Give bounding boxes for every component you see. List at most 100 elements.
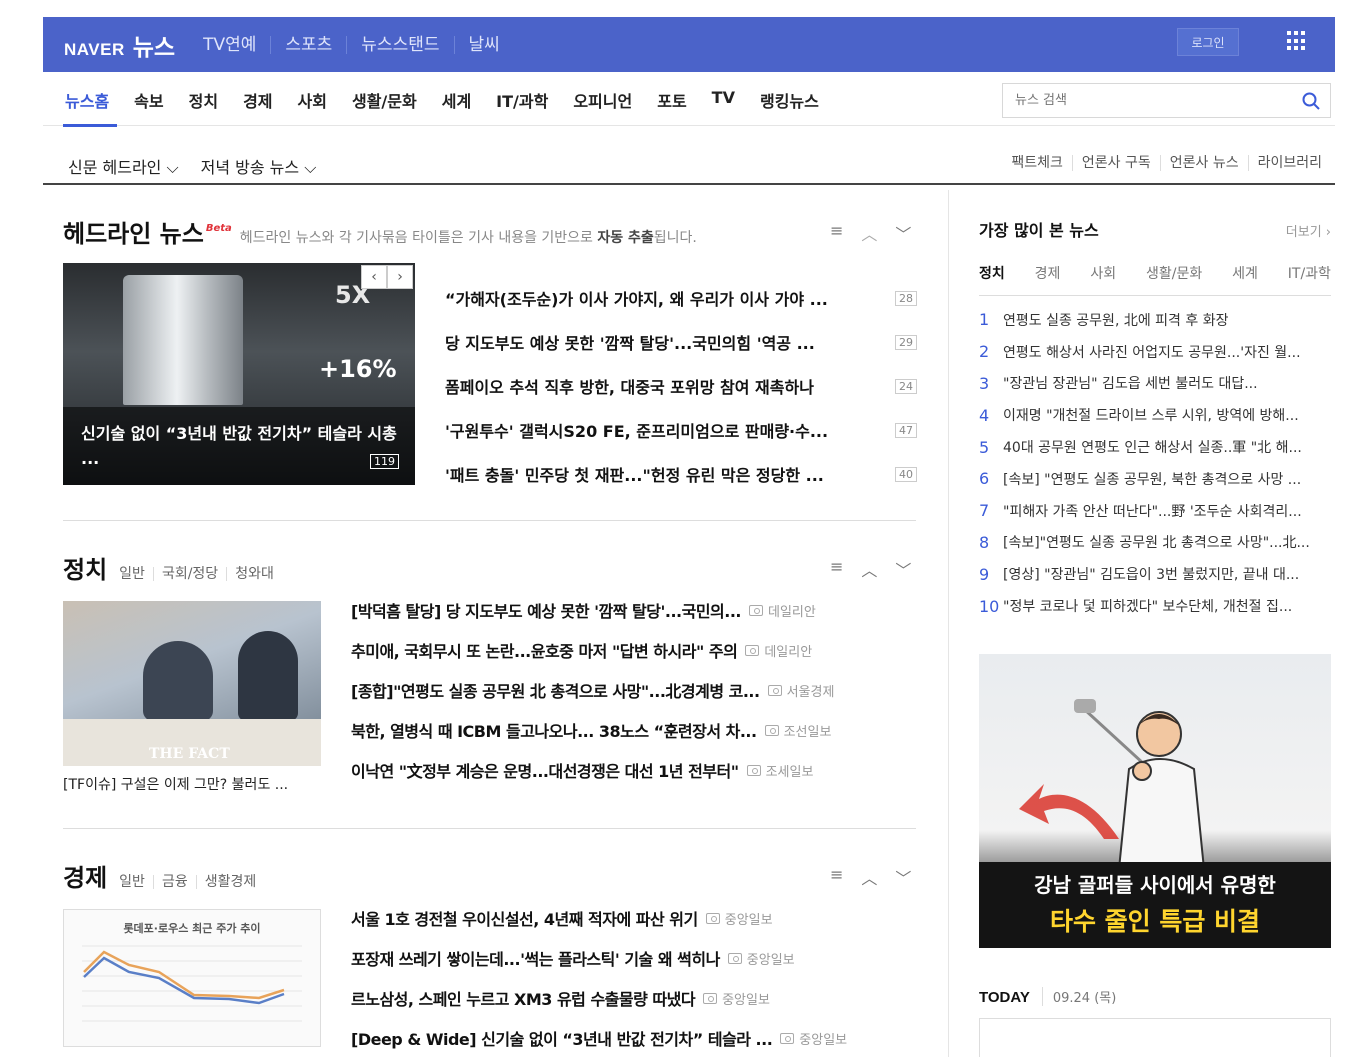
press-name[interactable]: 조세일보: [766, 761, 814, 780]
ranked-title[interactable]: "장관님 장관님" 김도읍 세번 불러도 대답...: [1003, 373, 1258, 393]
cat-life-economy[interactable]: 생활경제: [195, 875, 265, 889]
nav-life[interactable]: 생활/문화: [352, 88, 417, 112]
nav-society[interactable]: 사회: [298, 88, 327, 112]
cat-general[interactable]: 일반: [119, 875, 153, 889]
more-link[interactable]: 더보기 ›: [1286, 221, 1331, 240]
logo-news[interactable]: 뉴스: [133, 28, 175, 62]
headline-item[interactable]: “가해자(조두순)가 이사 가야지, 왜 우리가 이사 가야 ... 28: [445, 276, 917, 320]
expand-down-icon[interactable]: ﹀: [895, 221, 911, 245]
login-button[interactable]: 로그인: [1177, 28, 1239, 56]
cat-assembly[interactable]: 국회/정당: [152, 567, 226, 581]
newspaper-headline-dropdown[interactable]: 신문 헤드라인 ⌵: [68, 154, 179, 178]
collapse-up-icon[interactable]: ︿: [861, 221, 877, 245]
press-name[interactable]: 데일리안: [768, 601, 816, 620]
list-item[interactable]: [종합]"연평도 실종 공무원 北 총격으로 사망"...北경계병 코... 서울…: [351, 670, 911, 710]
ranked-title[interactable]: "정부 코로나 덫 피하겠다" 보수단체, 개천절 집...: [1003, 596, 1292, 616]
list-view-icon[interactable]: ≡: [830, 865, 843, 889]
search-icon[interactable]: [1302, 92, 1320, 110]
link-press-subscribe[interactable]: 언론사 구독: [1071, 155, 1160, 171]
ranked-item[interactable]: 7 "피해자 가족 안산 떠난다"...野 '조두순 사회격리...: [979, 495, 1331, 527]
ranked-title[interactable]: 이재명 "개천절 드라이브 스루 시위, 방역에 방해...: [1003, 405, 1299, 425]
politics-photo[interactable]: THE FACT: [63, 601, 321, 766]
ranked-title[interactable]: [속보]"연평도 실종 공무원 北 총격으로 사망"...北...: [1003, 532, 1310, 552]
ranked-title[interactable]: [영상] "장관님" 김도읍이 3번 불렀지만, 끝내 대...: [1003, 564, 1299, 584]
ranked-item[interactable]: 2 연평도 해상서 사라진 어업지도 공무원...'자진 월...: [979, 336, 1331, 368]
evening-broadcast-dropdown[interactable]: 저녁 방송 뉴스 ⌵: [201, 154, 317, 178]
link-factcheck[interactable]: 팩트체크: [1002, 155, 1072, 171]
list-item[interactable]: 포장재 쓰레기 쌓이는데...'썩는 플라스틱' 기술 왜 썩히나 중앙일보: [351, 938, 911, 978]
nav-photo[interactable]: 포토: [657, 88, 686, 112]
headline-item[interactable]: 폼페이오 추석 직후 방한, 대중국 포위망 참여 재촉하나 24: [445, 364, 917, 408]
ranked-item[interactable]: 1 연평도 실종 공무원, 北에 피격 후 화장: [979, 304, 1331, 336]
list-item[interactable]: 북한, 열병식 때 ICBM 들고나오나... 38노스 “훈련장서 차... 조…: [351, 710, 911, 750]
nav-economy[interactable]: 경제: [243, 88, 272, 112]
tab-world[interactable]: 세계: [1232, 263, 1258, 283]
logo-naver[interactable]: NAVER: [64, 40, 125, 60]
press-name[interactable]: 조선일보: [784, 721, 832, 740]
press-name[interactable]: 중앙일보: [747, 949, 795, 968]
press-name[interactable]: 중앙일보: [799, 1029, 847, 1048]
nav-tv[interactable]: TV: [712, 88, 735, 112]
expand-down-icon[interactable]: ﹀: [895, 557, 911, 581]
naver-news-logo[interactable]: NAVER 뉴스: [64, 28, 175, 62]
press-name[interactable]: 중앙일보: [725, 909, 773, 928]
nav-ranking[interactable]: 랭킹뉴스: [760, 88, 819, 112]
ranked-title[interactable]: 40대 공무원 연평도 인근 해상서 실종..軍 "北 해...: [1003, 437, 1302, 457]
nav-it[interactable]: IT/과학: [496, 88, 548, 112]
section-title[interactable]: 정치: [63, 550, 107, 585]
nav-breaking[interactable]: 속보: [134, 88, 163, 112]
list-view-icon[interactable]: ≡: [830, 221, 843, 245]
headline-image-card[interactable]: 5X +16% ‹ › 신기술 없이 “3년내 반값 전기차” 테슬라 시총 .…: [63, 263, 415, 485]
ranked-title[interactable]: "피해자 가족 안산 떠난다"...野 '조두순 사회격리...: [1003, 501, 1302, 521]
nav-home[interactable]: 뉴스홈: [65, 88, 109, 112]
collapse-up-icon[interactable]: ︿: [861, 865, 877, 889]
list-item[interactable]: [Deep & Wide] 신기술 없이 “3년내 반값 전기차” 테슬라 ..…: [351, 1018, 911, 1058]
golf-advertisement[interactable]: 강남 골퍼들 사이에서 유명한 타수 줄인 특급 비결: [979, 654, 1331, 948]
ranked-title[interactable]: 연평도 실종 공무원, 北에 피격 후 화장: [1003, 310, 1228, 330]
expand-down-icon[interactable]: ﹀: [895, 865, 911, 889]
list-view-icon[interactable]: ≡: [830, 557, 843, 581]
press-name[interactable]: 중앙일보: [722, 989, 770, 1008]
link-library[interactable]: 라이브러리: [1247, 155, 1331, 171]
ranked-item[interactable]: 6 [속보] "연평도 실종 공무원, 북한 총격으로 사망 ...: [979, 463, 1331, 495]
headline-item[interactable]: '구원투수' 갤럭시S20 FE, 준프리미엄으로 판매량·수... 47: [445, 408, 917, 452]
topnav-newsstand[interactable]: 뉴스스탠드: [346, 35, 453, 54]
ranked-item[interactable]: 10 "정부 코로나 덫 피하겠다" 보수단체, 개천절 집...: [979, 590, 1331, 622]
tab-society[interactable]: 사회: [1090, 263, 1116, 283]
list-item[interactable]: 서울 1호 경전철 우이신설선, 4년째 적자에 파산 위기 중앙일보: [351, 898, 911, 938]
tab-politics[interactable]: 정치: [979, 263, 1005, 283]
ranked-item[interactable]: 4 이재명 "개천절 드라이브 스루 시위, 방역에 방해...: [979, 399, 1331, 431]
cat-general[interactable]: 일반: [119, 567, 153, 581]
tab-life[interactable]: 생활/문화: [1146, 263, 1202, 283]
list-item[interactable]: 르노삼성, 스페인 누르고 XM3 유럽 수출물량 따냈다 중앙일보: [351, 978, 911, 1018]
nav-opinion[interactable]: 오피니언: [573, 88, 632, 112]
ranked-title[interactable]: 연평도 해상서 사라진 어업지도 공무원...'자진 월...: [1003, 342, 1301, 362]
photo-caption[interactable]: [TF이슈] 구설은 이제 그만? 불러도 ...: [63, 774, 288, 794]
topnav-sports[interactable]: 스포츠: [270, 35, 346, 54]
search-input[interactable]: [1003, 84, 1283, 117]
list-item[interactable]: 이낙연 "文정부 계승은 운명...대선경쟁은 대선 1년 전부터" 조세일보: [351, 750, 911, 790]
headline-item[interactable]: '패트 충돌' 민주당 첫 재판..."헌정 유린 막은 정당한 ... 40: [445, 452, 917, 496]
cat-bluehouse[interactable]: 청와대: [226, 567, 282, 581]
list-item[interactable]: 추미애, 국회무시 또 논란...윤호중 마저 "답변 하시라" 주의 데일리안: [351, 630, 911, 670]
press-name[interactable]: 서울경제: [787, 681, 835, 700]
topnav-weather[interactable]: 날씨: [453, 35, 514, 54]
section-title[interactable]: 경제: [63, 858, 107, 893]
ranked-item[interactable]: 5 40대 공무원 연평도 인근 해상서 실종..軍 "北 해...: [979, 431, 1331, 463]
topnav-tv[interactable]: TV연예: [189, 36, 270, 54]
ranked-item[interactable]: 8 [속보]"연평도 실종 공무원 北 총격으로 사망"...北...: [979, 527, 1331, 559]
next-arrow-icon[interactable]: ›: [387, 265, 413, 289]
cat-finance[interactable]: 금융: [152, 875, 196, 889]
apps-grid-icon[interactable]: [1287, 31, 1307, 51]
ranked-item[interactable]: 9 [영상] "장관님" 김도읍이 3번 불렀지만, 끝내 대...: [979, 558, 1331, 590]
collapse-up-icon[interactable]: ︿: [861, 557, 877, 581]
nav-world[interactable]: 세계: [442, 88, 471, 112]
prev-arrow-icon[interactable]: ‹: [361, 265, 387, 289]
image-caption[interactable]: 신기술 없이 “3년내 반값 전기차” 테슬라 시총 ...: [63, 407, 415, 485]
ranked-title[interactable]: [속보] "연평도 실종 공무원, 북한 총격으로 사망 ...: [1003, 469, 1301, 489]
headline-item[interactable]: 당 지도부도 예상 못한 '깜짝 탈당'...국민의힘 '역공 ... 29: [445, 320, 917, 364]
ranked-item[interactable]: 3 "장관님 장관님" 김도읍 세번 불러도 대답...: [979, 368, 1331, 400]
link-press-news[interactable]: 언론사 뉴스: [1159, 155, 1248, 171]
economy-chart-thumbnail[interactable]: 롯데포·로우스 최근 주가 추이: [63, 909, 321, 1047]
press-name[interactable]: 데일리안: [764, 641, 812, 660]
